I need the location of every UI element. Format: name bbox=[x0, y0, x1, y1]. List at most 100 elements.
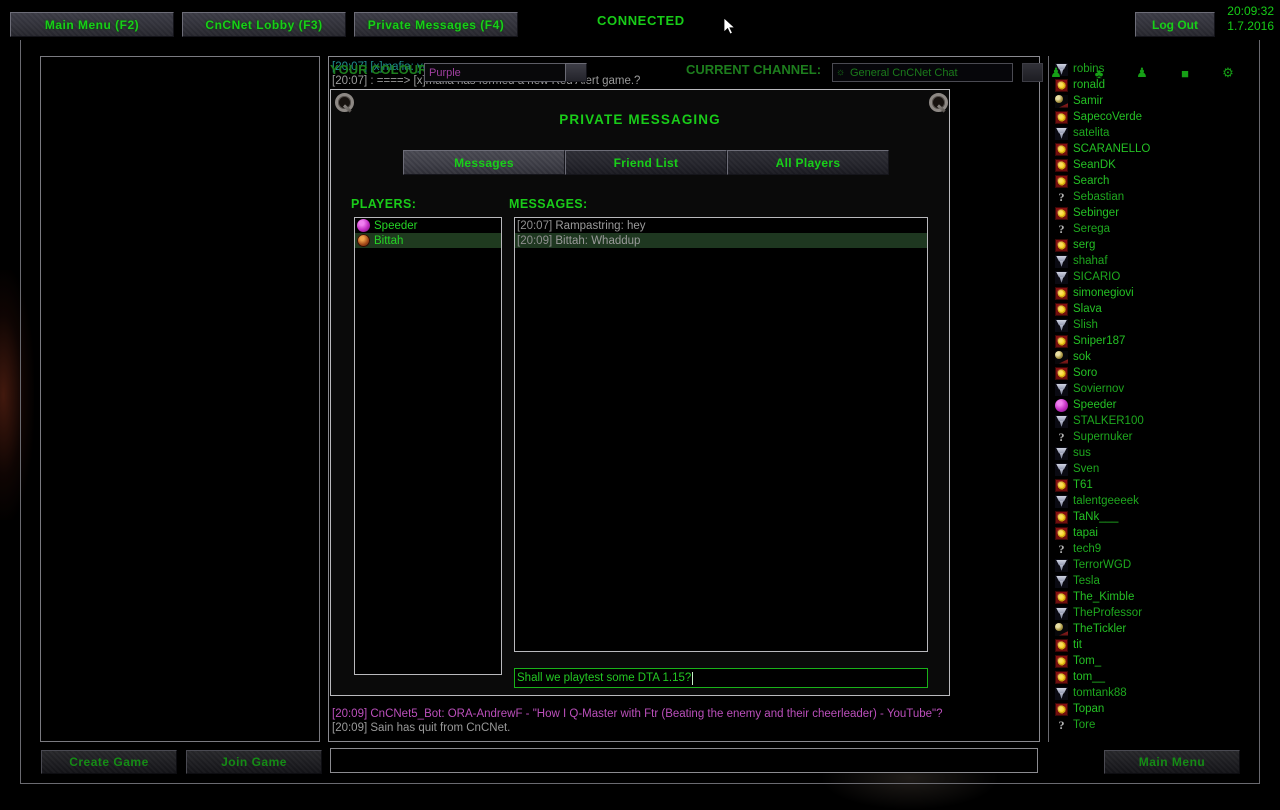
game-list-panel[interactable] bbox=[40, 56, 320, 742]
explosion-badge-icon bbox=[1055, 303, 1068, 316]
mini-toolbar: ♟ ♣ ♟ ■ ⚙ bbox=[1045, 61, 1239, 81]
list-item[interactable]: Soviernov bbox=[1049, 381, 1241, 397]
player-name: Tom_ bbox=[1073, 655, 1101, 667]
unknown-badge-icon: ? bbox=[1055, 431, 1068, 444]
clock-date: 1.7.2016 bbox=[1210, 19, 1274, 34]
dialog-tabs: Messages Friend List All Players bbox=[403, 150, 889, 175]
list-item[interactable]: serg bbox=[1049, 237, 1241, 253]
list-item[interactable]: tit bbox=[1049, 637, 1241, 653]
player-name: Supernuker bbox=[1073, 431, 1132, 443]
explosion-badge-icon bbox=[1055, 287, 1068, 300]
tab-friend-list[interactable]: Friend List bbox=[565, 150, 727, 175]
player-name: talentgeeeek bbox=[1073, 495, 1139, 507]
player-name: SICARIO bbox=[1073, 271, 1120, 283]
message-sender: Rampastring bbox=[555, 220, 620, 232]
list-item[interactable]: SapecoVerde bbox=[1049, 109, 1241, 125]
person-icon[interactable]: ♟ bbox=[1045, 61, 1067, 81]
colour-select-arrow-icon[interactable] bbox=[565, 63, 587, 82]
list-item[interactable]: sus bbox=[1049, 445, 1241, 461]
player-name: Speeder bbox=[1073, 399, 1116, 411]
player-name: Soviernov bbox=[1073, 383, 1124, 395]
list-item[interactable]: ?Sebastian bbox=[1049, 189, 1241, 205]
pm-players-list[interactable]: Speeder Bittah bbox=[354, 217, 502, 675]
list-item[interactable]: T61 bbox=[1049, 477, 1241, 493]
list-item[interactable]: satelita bbox=[1049, 125, 1241, 141]
player-name: Samir bbox=[1073, 95, 1103, 107]
create-game-button[interactable]: Create Game bbox=[41, 750, 177, 774]
list-item[interactable]: talentgeeeek bbox=[1049, 493, 1241, 509]
join-game-button[interactable]: Join Game bbox=[186, 750, 322, 774]
clock: 20:09:32 1.7.2016 bbox=[1210, 4, 1274, 34]
list-item[interactable]: Search bbox=[1049, 173, 1241, 189]
list-item[interactable]: ?Serega bbox=[1049, 221, 1241, 237]
explosion-badge-icon bbox=[1055, 239, 1068, 252]
message-text: hey bbox=[627, 220, 646, 232]
list-item[interactable]: ?Tore bbox=[1049, 717, 1241, 733]
list-item[interactable]: Slish bbox=[1049, 317, 1241, 333]
main-menu-f2-button[interactable]: Main Menu (F2) bbox=[10, 12, 174, 37]
background-glow-left bbox=[0, 270, 34, 520]
list-item[interactable]: Topan bbox=[1049, 701, 1241, 717]
pm-message-list[interactable]: [20:07] Rampastring : hey [20:09] Bittah… bbox=[514, 217, 928, 652]
list-item[interactable]: SCARANELLO bbox=[1049, 141, 1241, 157]
list-item[interactable]: TheTickler bbox=[1049, 621, 1241, 637]
player-list-panel[interactable]: robinsronaldSamirSapecoVerdesatelitaSCAR… bbox=[1048, 56, 1241, 742]
magnifier-icon bbox=[927, 92, 949, 114]
dialog-title: PRIVATE MESSAGING bbox=[331, 112, 949, 127]
chat-input[interactable] bbox=[330, 748, 1038, 773]
list-item[interactable]: Tesla bbox=[1049, 573, 1241, 589]
log-out-button[interactable]: Log Out bbox=[1135, 12, 1215, 37]
channel-select-value: General CnCNet Chat bbox=[850, 67, 958, 79]
list-item[interactable]: Sebinger bbox=[1049, 205, 1241, 221]
group-icon[interactable]: ♣ bbox=[1088, 61, 1110, 81]
list-item[interactable]: tapai bbox=[1049, 525, 1241, 541]
list-item[interactable]: sok bbox=[1049, 349, 1241, 365]
player-name: Sebastian bbox=[1073, 191, 1124, 203]
person-icon-2[interactable]: ♟ bbox=[1131, 61, 1153, 81]
tab-messages[interactable]: Messages bbox=[403, 150, 565, 175]
main-menu-button[interactable]: Main Menu bbox=[1104, 750, 1240, 774]
list-item[interactable]: TerrorWGD bbox=[1049, 557, 1241, 573]
tab-all-players[interactable]: All Players bbox=[727, 150, 889, 175]
list-item[interactable]: SeanDK bbox=[1049, 157, 1241, 173]
pm-message-input[interactable]: Shall we playtest some DTA 1.15? bbox=[514, 668, 928, 688]
list-item[interactable]: simonegiovi bbox=[1049, 285, 1241, 301]
list-item[interactable]: The_Kimble bbox=[1049, 589, 1241, 605]
list-item[interactable]: STALKER100 bbox=[1049, 413, 1241, 429]
cncnet-lobby-f3-button[interactable]: CnCNet Lobby (F3) bbox=[182, 12, 346, 37]
unknown-badge-icon: ? bbox=[1055, 223, 1068, 236]
list-item[interactable]: TheProfessor bbox=[1049, 605, 1241, 621]
list-item[interactable]: Bittah bbox=[355, 233, 501, 248]
list-item[interactable]: ?tech9 bbox=[1049, 541, 1241, 557]
crystal-badge-icon bbox=[1055, 127, 1068, 140]
list-item[interactable]: Speeder bbox=[355, 218, 501, 233]
player-name: sus bbox=[1073, 447, 1091, 459]
list-item[interactable]: tom__ bbox=[1049, 669, 1241, 685]
gear-icon[interactable]: ⚙ bbox=[1217, 61, 1239, 81]
list-item[interactable]: shahaf bbox=[1049, 253, 1241, 269]
list-item[interactable]: TaNk___ bbox=[1049, 509, 1241, 525]
list-item[interactable]: ? Supernuker bbox=[1049, 429, 1241, 445]
list-item[interactable]: Samir bbox=[1049, 93, 1241, 109]
list-item[interactable]: tomtank88 bbox=[1049, 685, 1241, 701]
your-colour-label: YOUR COLOUR: bbox=[330, 62, 432, 77]
chat-line: [20:09] CnCNet5_Bot: ORA-AndrewF - "How … bbox=[329, 708, 1039, 722]
list-item[interactable]: SICARIO bbox=[1049, 269, 1241, 285]
explosion-badge-icon bbox=[1055, 527, 1068, 540]
screen-icon[interactable]: ■ bbox=[1174, 61, 1196, 81]
player-name: Slish bbox=[1073, 319, 1098, 331]
channel-select-arrow-icon[interactable] bbox=[1022, 63, 1043, 82]
globe-icon: ☼ bbox=[836, 68, 846, 78]
list-item[interactable]: Speeder bbox=[1049, 397, 1241, 413]
list-item[interactable]: Sven bbox=[1049, 461, 1241, 477]
player-name: Sven bbox=[1073, 463, 1099, 475]
list-item[interactable]: Slava bbox=[1049, 301, 1241, 317]
player-name: simonegiovi bbox=[1073, 287, 1134, 299]
list-item[interactable]: Sniper187 bbox=[1049, 333, 1241, 349]
list-item[interactable]: Soro bbox=[1049, 365, 1241, 381]
colour-select[interactable]: Purple bbox=[424, 63, 568, 82]
channel-select[interactable]: ☼ General CnCNet Chat bbox=[832, 63, 1013, 82]
explosion-badge-icon bbox=[1055, 175, 1068, 188]
private-messages-f4-button[interactable]: Private Messages (F4) bbox=[354, 12, 518, 37]
list-item[interactable]: Tom_ bbox=[1049, 653, 1241, 669]
